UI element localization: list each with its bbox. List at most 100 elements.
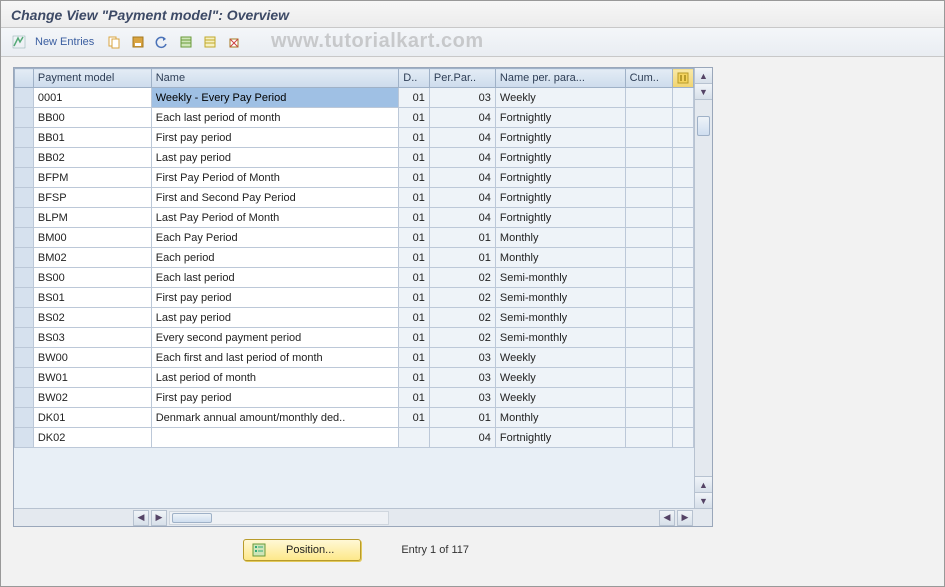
cell-cum[interactable] [625,308,672,328]
scroll-track[interactable] [695,100,712,476]
cell-name-per-para[interactable]: Weekly [495,368,625,388]
cell-name[interactable]: First pay period [151,128,399,148]
cell-payment-model[interactable]: DK02 [33,428,151,448]
col-rowselect[interactable] [15,69,34,88]
cell-d[interactable]: 01 [399,268,430,288]
table-row[interactable]: BS03Every second payment period0102Semi-… [15,328,694,348]
cell-payment-model[interactable]: DK01 [33,408,151,428]
cell-d[interactable]: 01 [399,248,430,268]
cell-payment-model[interactable]: BW02 [33,388,151,408]
cell-name-per-para[interactable]: Monthly [495,248,625,268]
cell-payment-model[interactable]: 0001 [33,88,151,108]
col-name-per-para[interactable]: Name per. para... [495,69,625,88]
cell-per-par[interactable]: 01 [429,408,495,428]
cell-d[interactable]: 01 [399,208,430,228]
cell-name-per-para[interactable]: Fortnightly [495,428,625,448]
row-selector[interactable] [15,128,34,148]
row-selector[interactable] [15,268,34,288]
cell-d[interactable]: 01 [399,288,430,308]
cell-name-per-para[interactable]: Monthly [495,408,625,428]
cell-cum[interactable] [625,268,672,288]
cell-name[interactable]: Each first and last period of month [151,348,399,368]
cell-payment-model[interactable]: BLPM [33,208,151,228]
toggle-display-icon[interactable] [9,32,29,52]
delete-icon[interactable] [224,32,244,52]
cell-cum[interactable] [625,108,672,128]
deselect-all-icon[interactable] [200,32,220,52]
cell-cum[interactable] [625,368,672,388]
cell-payment-model[interactable]: BW01 [33,368,151,388]
cell-d[interactable]: 01 [399,188,430,208]
cell-name-per-para[interactable]: Weekly [495,348,625,368]
cell-payment-model[interactable]: BS00 [33,268,151,288]
cell-name[interactable]: First pay period [151,388,399,408]
cell-d[interactable] [399,428,430,448]
cell-payment-model[interactable]: BS02 [33,308,151,328]
row-selector[interactable] [15,188,34,208]
cell-name-per-para[interactable]: Weekly [495,88,625,108]
cell-name[interactable]: Last period of month [151,368,399,388]
table-row[interactable]: BLPMLast Pay Period of Month0104Fortnigh… [15,208,694,228]
col-payment-model[interactable]: Payment model [33,69,151,88]
cell-payment-model[interactable]: BS03 [33,328,151,348]
table-row[interactable]: BW00Each first and last period of month0… [15,348,694,368]
cell-cum[interactable] [625,88,672,108]
cell-name[interactable]: First Pay Period of Month [151,168,399,188]
row-selector[interactable] [15,368,34,388]
scroll-up-icon[interactable]: ▲ [695,68,712,84]
table-row[interactable]: DK01Denmark annual amount/monthly ded.. 0… [15,408,694,428]
cell-cum[interactable] [625,348,672,368]
cell-name-per-para[interactable]: Semi-monthly [495,308,625,328]
cell-payment-model[interactable]: BS01 [33,288,151,308]
cell-name[interactable]: Last pay period [151,148,399,168]
cell-name[interactable]: Each period [151,248,399,268]
row-selector[interactable] [15,88,34,108]
row-selector[interactable] [15,408,34,428]
cell-payment-model[interactable]: BFPM [33,168,151,188]
cell-name[interactable]: Weekly - Every Pay Period [151,88,399,108]
cell-d[interactable]: 01 [399,168,430,188]
row-selector[interactable] [15,248,34,268]
cell-d[interactable]: 01 [399,228,430,248]
cell-per-par[interactable]: 04 [429,208,495,228]
horizontal-scrollbar[interactable]: ◀ ▶ ◀ ▶ [14,508,712,526]
cell-per-par[interactable]: 04 [429,128,495,148]
cell-name[interactable]: Each last period [151,268,399,288]
col-per-par[interactable]: Per.Par.. [429,69,495,88]
cell-name[interactable]: Each Pay Period [151,228,399,248]
table-row[interactable]: BW01Last period of month0103Weekly [15,368,694,388]
cell-name-per-para[interactable]: Semi-monthly [495,328,625,348]
table-row[interactable]: DK0204Fortnightly [15,428,694,448]
hscroll-track-left[interactable] [169,511,389,525]
row-selector[interactable] [15,328,34,348]
cell-cum[interactable] [625,168,672,188]
cell-payment-model[interactable]: BM02 [33,248,151,268]
scroll-thumb[interactable] [697,116,710,136]
cell-per-par[interactable]: 01 [429,248,495,268]
cell-per-par[interactable]: 03 [429,388,495,408]
cell-name-per-para[interactable]: Fortnightly [495,128,625,148]
vertical-scrollbar[interactable]: ▲ ▼ ▲ ▼ [694,68,712,508]
cell-name-per-para[interactable]: Fortnightly [495,148,625,168]
table-row[interactable]: 0001Weekly - Every Pay Period0103Weekly [15,88,694,108]
table-row[interactable]: BW02First pay period0103Weekly [15,388,694,408]
table-row[interactable]: BM00Each Pay Period0101Monthly [15,228,694,248]
table-row[interactable]: BFSPFirst and Second Pay Period0104Fortn… [15,188,694,208]
table-row[interactable]: BFPMFirst Pay Period of Month0104Fortnig… [15,168,694,188]
cell-per-par[interactable]: 02 [429,308,495,328]
cell-per-par[interactable]: 02 [429,288,495,308]
cell-name-per-para[interactable]: Fortnightly [495,208,625,228]
cell-per-par[interactable]: 02 [429,328,495,348]
cell-name-per-para[interactable]: Fortnightly [495,108,625,128]
cell-payment-model[interactable]: BB00 [33,108,151,128]
cell-name[interactable]: First pay period [151,288,399,308]
cell-name[interactable]: Denmark annual amount/monthly ded.. [151,408,399,428]
cell-payment-model[interactable]: BM00 [33,228,151,248]
select-all-icon[interactable] [176,32,196,52]
save-icon[interactable] [128,32,148,52]
row-selector[interactable] [15,348,34,368]
cell-per-par[interactable]: 04 [429,148,495,168]
hscroll-right-icon[interactable]: ▶ [151,510,167,526]
col-name[interactable]: Name [151,69,399,88]
cell-d[interactable]: 01 [399,368,430,388]
